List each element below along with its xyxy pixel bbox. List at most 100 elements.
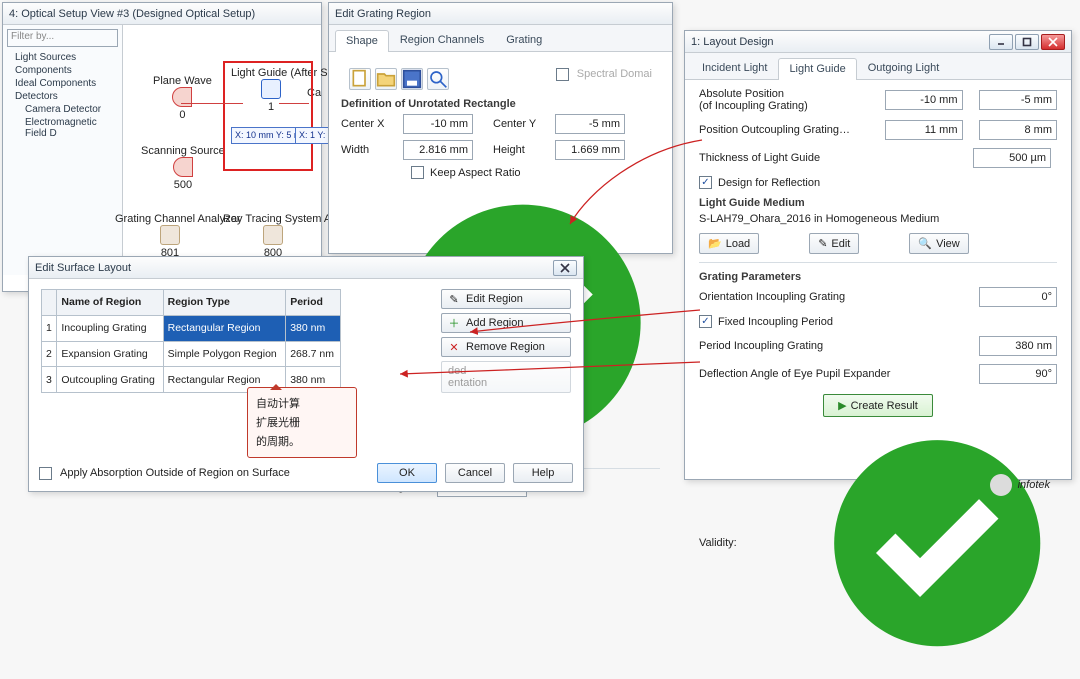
ld-titlebar[interactable]: 1: Layout Design (685, 31, 1071, 53)
abs-pos-y-input[interactable] (979, 90, 1057, 110)
design-reflection-checkbox[interactable] (699, 176, 712, 189)
node-scanning-source[interactable]: Scanning Source 500 (141, 143, 225, 191)
tree-item[interactable]: Light Sources (15, 51, 118, 64)
grating-title: Grating Parameters (699, 271, 1057, 283)
tree-item[interactable]: Ideal Components (15, 77, 118, 90)
tab-incident-light[interactable]: Incident Light (691, 57, 778, 79)
egr-titlebar: Edit Grating Region (329, 3, 672, 25)
definition-label: Definition of Unrotated Rectangle (341, 98, 660, 110)
help-button[interactable]: Help (513, 463, 573, 483)
edit-region-button[interactable]: ✎Edit Region (441, 289, 571, 309)
close-icon[interactable] (553, 260, 577, 276)
edit-grating-region-window: Edit Grating Region Shape Region Channel… (328, 2, 673, 254)
node-rts[interactable]: Ray Tracing System Analyzer 800 (223, 211, 323, 259)
tab-region-channels[interactable]: Region Channels (389, 29, 495, 51)
col-period: Period (286, 290, 341, 316)
orientation-input[interactable] (979, 287, 1057, 307)
remove-region-button[interactable]: ✕Remove Region (441, 337, 571, 357)
cross-icon: ✕ (448, 341, 460, 353)
optical-setup-title: 4: Optical Setup View #3 (Designed Optic… (9, 8, 315, 20)
spectral-label: Spectral Domai (577, 68, 652, 90)
egr-toolbar: Spectral Domai (341, 62, 660, 92)
egr-tabs: Shape Region Channels Grating (329, 25, 672, 52)
width-input[interactable] (403, 140, 473, 160)
watermark: infotek (990, 474, 1050, 496)
period-label: Period Incoupling Grating (699, 340, 874, 352)
pos-out-y-input[interactable] (979, 120, 1057, 140)
ok-button[interactable]: OK (377, 463, 437, 483)
maximize-icon[interactable] (1015, 34, 1039, 50)
fixed-period-checkbox[interactable] (699, 315, 712, 328)
node-gca[interactable]: Grating Channel Analyzer 801 (115, 211, 225, 259)
medium-title: Light Guide Medium (699, 197, 1057, 209)
egr-title: Edit Grating Region (335, 8, 666, 20)
tab-light-guide[interactable]: Light Guide (778, 58, 856, 80)
thickness-input[interactable] (973, 148, 1051, 168)
design-reflection-label: Design for Reflection (718, 177, 893, 189)
spectral-checkbox[interactable] (556, 68, 569, 81)
region-table[interactable]: Name of Region Region Type Period 1 Inco… (41, 289, 341, 393)
tree-item[interactable]: Electromagnetic Field D (15, 116, 118, 140)
abs-pos-x-input[interactable] (885, 90, 963, 110)
fixed-period-label: Fixed Incoupling Period (718, 316, 893, 328)
pencil-icon: ✎ (818, 237, 827, 250)
plus-icon: ＋ (448, 317, 460, 329)
period-input[interactable] (979, 336, 1057, 356)
centerx-input[interactable] (403, 114, 473, 134)
pos-out-label: Position Outcoupling Grating… (699, 124, 874, 136)
tab-grating[interactable]: Grating (495, 29, 553, 51)
apply-absorption-checkbox[interactable] (39, 467, 52, 480)
ld-title: 1: Layout Design (691, 36, 989, 48)
optical-setup-titlebar: 4: Optical Setup View #3 (Designed Optic… (3, 3, 321, 25)
centery-label: Center Y (493, 118, 549, 130)
centerx-label: Center X (341, 118, 397, 130)
tree-filter-input[interactable]: Filter by... (7, 29, 118, 47)
component-tree[interactable]: Filter by... Light Sources Components Id… (3, 25, 123, 275)
optical-setup-window: 4: Optical Setup View #3 (Designed Optic… (2, 2, 322, 292)
load-button[interactable]: 📂Load (699, 233, 759, 254)
ld-validity-label: Validity: (699, 537, 817, 549)
edit-button[interactable]: ✎Edit (809, 233, 859, 254)
deflection-label: Deflection Angle of Eye Pupil Expander (699, 368, 874, 380)
new-icon[interactable] (349, 68, 371, 90)
edit-surface-layout-window: Edit Surface Layout Name of Region Regio… (28, 256, 584, 492)
pencil-icon: ✎ (448, 293, 460, 305)
cancel-button[interactable]: Cancel (445, 463, 505, 483)
minimize-icon[interactable] (989, 34, 1013, 50)
search-icon[interactable] (427, 68, 449, 90)
tree-item[interactable]: Detectors (15, 90, 118, 103)
save-icon[interactable] (401, 68, 423, 90)
deflection-input[interactable] (979, 364, 1057, 384)
table-row[interactable]: 1 Incoupling Grating Rectangular Region … (42, 315, 341, 341)
thickness-label: Thickness of Light Guide (699, 152, 874, 164)
view-button[interactable]: 🔍View (909, 233, 968, 254)
pos-out-x-input[interactable] (885, 120, 963, 140)
apply-absorption-label: Apply Absorption Outside of Region on Su… (60, 467, 290, 479)
tree-item[interactable]: Camera Detector (15, 103, 118, 116)
close-icon[interactable] (1041, 34, 1065, 50)
create-result-button[interactable]: ▶ Create Result (823, 394, 933, 417)
play-icon: ▶ (838, 399, 846, 412)
graph-canvas[interactable]: Plane Wave 0 Scanning Source 500 Light G… (123, 25, 321, 275)
centery-input[interactable] (555, 114, 625, 134)
highlight-box (223, 61, 313, 171)
keep-aspect-label: Keep Aspect Ratio (430, 167, 521, 179)
layout-design-window: 1: Layout Design Incident Light Light Gu… (684, 30, 1072, 480)
disabled-button: ded entation (441, 361, 571, 393)
keep-aspect-checkbox[interactable] (411, 166, 424, 179)
search-icon: 🔍 (918, 237, 932, 250)
table-row[interactable]: 2 Expansion Grating Simple Polygon Regio… (42, 341, 341, 367)
open-icon[interactable] (375, 68, 397, 90)
tab-shape[interactable]: Shape (335, 30, 389, 52)
col-type: Region Type (163, 290, 286, 316)
esl-titlebar[interactable]: Edit Surface Layout (29, 257, 583, 279)
col-name: Name of Region (57, 290, 163, 316)
tree-item[interactable]: Components (15, 64, 118, 77)
height-label: Height (493, 144, 549, 156)
tab-outgoing-light[interactable]: Outgoing Light (857, 57, 951, 79)
orientation-label: Orientation Incoupling Grating (699, 291, 874, 303)
node-plane-wave[interactable]: Plane Wave 0 (153, 73, 212, 121)
add-region-button[interactable]: ＋Add Region (441, 313, 571, 333)
height-input[interactable] (555, 140, 625, 160)
medium-value: S-LAH79_Ohara_2016 in Homogeneous Medium (699, 213, 939, 225)
